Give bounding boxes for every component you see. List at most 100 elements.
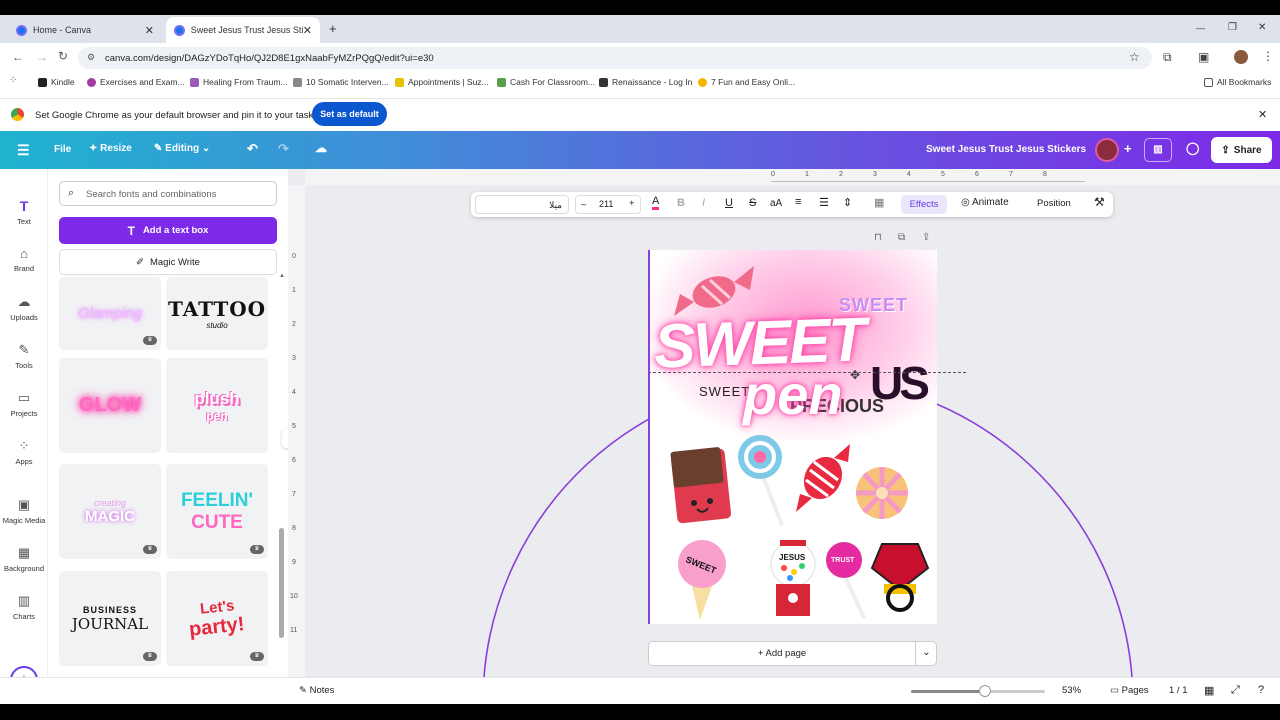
bookmark-item[interactable]: Healing From Traum... <box>190 77 288 87</box>
swirl-lollipop-sticker[interactable] <box>734 433 786 528</box>
rail-item-text[interactable]: T Text <box>0 198 48 226</box>
chrome-menu-icon[interactable]: ⋮ <box>1262 49 1274 63</box>
font-size-value[interactable]: 211 <box>599 199 613 209</box>
bookmark-item[interactable]: Exercises and Exam... <box>87 77 185 87</box>
profile-avatar[interactable] <box>1234 50 1248 64</box>
back-icon[interactable]: ← <box>12 50 24 64</box>
trust-lollipop-sticker[interactable] <box>824 538 870 622</box>
rail-item-tools[interactable]: ✎ Tools <box>0 342 48 370</box>
minimize-button[interactable]: — <box>1196 23 1205 33</box>
set-as-default-button[interactable]: Set as default <box>312 102 387 126</box>
underline-button[interactable]: U <box>725 197 733 209</box>
magic-write-button[interactable]: ✐ Magic Write <box>59 249 277 275</box>
design-page[interactable]: SWEET SWEET SWEET PRECIOUS US pen ✥ SWEE… <box>648 250 966 624</box>
window-close-button[interactable]: ✕ <box>1258 22 1266 33</box>
rail-item-charts[interactable]: ▥ Charts <box>0 593 48 621</box>
pages-button[interactable]: ▭ Pages <box>1110 685 1149 696</box>
file-menu[interactable]: File <box>54 144 71 155</box>
transparency-icon[interactable]: ▦ <box>874 196 884 209</box>
lock-icon[interactable]: ⊓ <box>874 232 882 243</box>
align-center-icon[interactable]: ≡ <box>795 196 801 208</box>
tab-sweet-jesus-stickers[interactable]: Sweet Jesus Trust Jesus Stickers ✕ <box>166 17 320 43</box>
rail-item-brand[interactable]: ⌂ Brand <box>0 246 48 273</box>
bookmark-item[interactable]: Kindle <box>38 77 75 87</box>
extensions-icon[interactable]: ⧉ <box>1163 50 1172 65</box>
position-button[interactable]: Position <box>1037 198 1071 209</box>
share-button[interactable]: ⇪ Share <box>1211 137 1272 163</box>
jesus-partial-text[interactable]: US <box>870 356 930 410</box>
reload-icon[interactable]: ↻ <box>58 49 68 63</box>
side-panel-icon[interactable]: ▣ <box>1198 50 1209 64</box>
animate-button[interactable]: ◎ Animate <box>961 197 1009 208</box>
insights-chart-icon[interactable]: ▥ <box>1144 138 1172 162</box>
add-page-button[interactable]: + Add page <box>649 642 915 665</box>
rail-item-magic-media[interactable]: ▣ Magic Media <box>0 497 48 525</box>
rail-item-background[interactable]: ▦ Background <box>0 545 48 573</box>
font-combo-card[interactable]: GLOW <box>59 358 161 453</box>
address-input[interactable]: ⚙ canva.com/design/DAGzYDoTqHo/QJ2D8E1gx… <box>78 47 1152 69</box>
panel-scrollbar[interactable]: ▲ ▼ <box>278 273 285 698</box>
rail-item-uploads[interactable]: ☁ Uploads <box>0 294 48 322</box>
forward-icon[interactable]: → <box>36 50 48 64</box>
apps-grid-icon[interactable]: ⁘ <box>9 75 17 86</box>
gumball-machine-sticker[interactable] <box>770 538 816 618</box>
bookmark-item[interactable]: Renaissance - Log In <box>599 77 692 87</box>
duplicate-icon[interactable]: ⧉ <box>898 232 905 243</box>
cloud-saved-icon[interactable]: ☁ <box>315 141 327 155</box>
spacing-icon[interactable]: ⇕ <box>843 196 852 209</box>
zoom-slider-knob[interactable] <box>978 685 991 697</box>
design-title[interactable]: Sweet Jesus Trust Jesus Stickers <box>926 144 1086 155</box>
font-size-stepper[interactable]: – 211 + <box>575 195 641 214</box>
restore-button[interactable]: ❐ <box>1228 22 1237 33</box>
share-page-icon[interactable]: ⇪ <box>922 232 930 243</box>
grid-view-icon[interactable]: ▦ <box>1204 684 1214 697</box>
font-combo-card[interactable]: Glamping ♛ <box>59 277 161 350</box>
bookmark-item[interactable]: Appointments | Suz... <box>395 77 489 87</box>
undo-icon[interactable]: ↶ <box>247 141 258 157</box>
effects-button[interactable]: Effects <box>901 195 947 214</box>
font-size-increase-button[interactable]: + <box>629 198 635 209</box>
rail-item-apps[interactable]: ⁘ Apps <box>0 438 48 466</box>
font-combo-card[interactable]: creating MAGIC ♛ <box>59 464 161 559</box>
tab-home-canva[interactable]: Home - Canva ✕ <box>8 17 162 43</box>
tab-close-icon[interactable]: ✕ <box>145 24 154 37</box>
all-bookmarks[interactable]: All Bookmarks <box>1204 77 1271 87</box>
scrollbar-thumb[interactable] <box>279 528 284 638</box>
font-combo-card[interactable]: plush pen <box>166 358 268 453</box>
bold-button[interactable]: B <box>677 197 685 209</box>
cotton-candy-sticker[interactable] <box>672 536 732 622</box>
letter-case-button[interactable]: aA <box>770 198 782 209</box>
chocolate-bar-sticker[interactable] <box>668 445 736 527</box>
strikethrough-button[interactable]: S <box>749 197 756 209</box>
zoom-level[interactable]: 53% <box>1062 685 1081 696</box>
new-tab-button[interactable]: + <box>329 21 337 36</box>
font-combo-card[interactable]: BUSINESS JOURNAL ♛ <box>59 571 161 666</box>
font-combo-card[interactable]: Let's party! ♛ <box>166 571 268 666</box>
notes-button[interactable]: ✎ Notes <box>299 685 334 696</box>
infobar-close-button[interactable]: ✕ <box>1258 108 1267 121</box>
font-combo-card[interactable]: FEELIN' CUTE ♛ <box>166 464 268 559</box>
rail-item-projects[interactable]: ▭ Projects <box>0 390 48 418</box>
bookmark-item[interactable]: 10 Somatic Interven... <box>293 77 389 87</box>
fullscreen-icon[interactable]: ⤢ <box>1231 684 1240 697</box>
site-info-icon[interactable]: ⚙ <box>87 52 95 63</box>
comment-icon[interactable]: ◯ <box>1186 141 1199 155</box>
editing-mode-button[interactable]: ✎ Editing ⌄ <box>154 143 210 154</box>
menu-hamburger-icon[interactable]: ☰ <box>17 142 30 159</box>
round-candy-sticker[interactable] <box>854 464 910 522</box>
user-avatar[interactable] <box>1095 138 1119 162</box>
bookmark-item[interactable]: 7 Fun and Easy Onli... <box>698 77 795 87</box>
bookmark-star-icon[interactable]: ☆ <box>1129 50 1140 64</box>
add-page-options-chevron-icon[interactable]: ⌄ <box>916 642 937 662</box>
text-color-button[interactable]: A <box>652 196 660 210</box>
tab-close-icon[interactable]: ✕ <box>303 24 312 37</box>
scroll-up-icon[interactable]: ▲ <box>279 273 285 279</box>
font-combo-card[interactable]: TATTOO studio <box>166 277 268 350</box>
redo-icon[interactable]: ↷ <box>278 141 289 157</box>
italic-button[interactable]: I <box>702 197 705 209</box>
help-icon[interactable]: ? <box>1258 684 1264 696</box>
font-search-input[interactable]: ⌕ Search fonts and combinations <box>59 181 277 206</box>
ring-pop-sticker[interactable] <box>870 534 930 614</box>
add-collaborator-button[interactable]: + <box>1124 141 1132 156</box>
list-icon[interactable]: ☰ <box>819 196 829 209</box>
